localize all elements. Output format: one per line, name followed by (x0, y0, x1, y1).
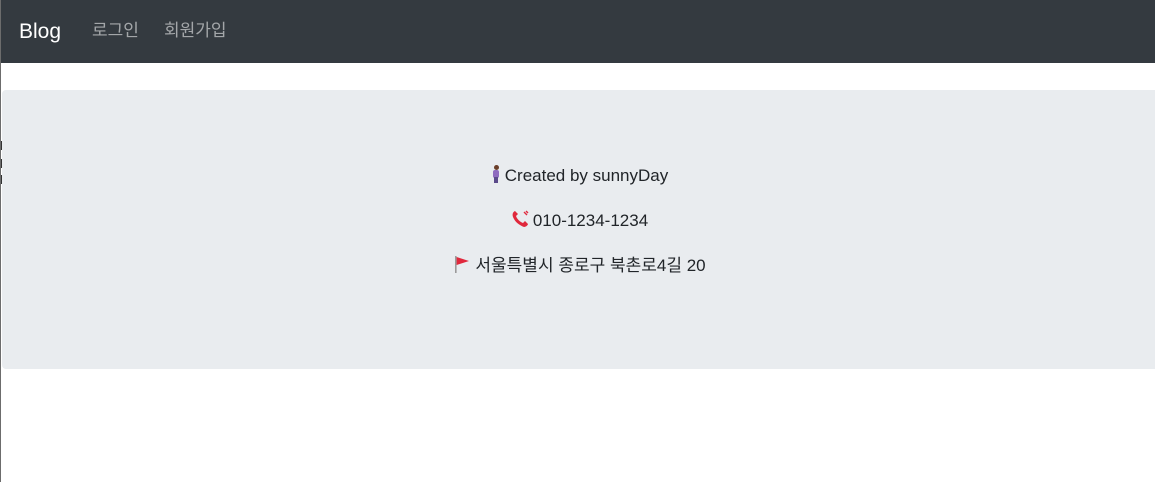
red-flag-icon (455, 256, 470, 273)
person-icon (491, 165, 501, 183)
address-line: 서울특별시 종로구 북촌로4길 20 (2, 255, 1155, 277)
page: Blog 로그인 회원가입 Created by sunnyDay 010-12… (0, 0, 1155, 482)
top-navbar: Blog 로그인 회원가입 (1, 0, 1155, 63)
phone-text: 010-1234-1234 (532, 211, 649, 230)
author-text: Created by sunnyDay (504, 166, 669, 185)
address-text: 서울특별시 종로구 북촌로4길 20 (475, 256, 706, 275)
telephone-receiver-icon (512, 210, 529, 227)
nav-signup-link[interactable]: 회원가입 (164, 20, 227, 42)
author-line: Created by sunnyDay (2, 165, 1155, 187)
footer-jumbotron: Created by sunnyDay 010-1234-1234 서울특별시 … (2, 90, 1155, 369)
nav-login-link[interactable]: 로그인 (92, 20, 139, 42)
phone-line: 010-1234-1234 (2, 210, 1155, 232)
brand-link[interactable]: Blog (19, 19, 61, 45)
